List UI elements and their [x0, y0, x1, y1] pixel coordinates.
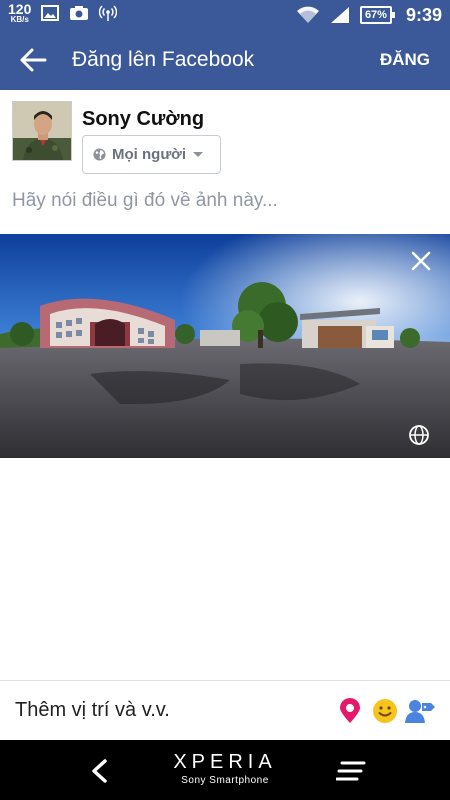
attached-photo[interactable]: [0, 234, 450, 458]
brand-logo: XPERIA: [173, 751, 277, 773]
tag-people-icon[interactable]: [404, 697, 436, 725]
wifi-icon: [296, 6, 319, 23]
360-globe-icon[interactable]: [408, 424, 430, 446]
network-speed-value: 120: [8, 1, 32, 17]
battery-icon: 67%: [359, 6, 396, 24]
app-bar: Đăng lên Facebook ĐĂNG: [0, 30, 450, 90]
feeling-icon[interactable]: [371, 697, 399, 725]
panorama-image: [0, 234, 450, 458]
status-bar-right: 67% 9:39: [296, 0, 442, 30]
post-text-input[interactable]: Hãy nói điều gì đó về ảnh này...: [12, 190, 278, 212]
globe-icon: [93, 148, 106, 161]
chevron-down-icon: [193, 151, 204, 157]
user-name: Sony Cường: [82, 108, 205, 130]
location-pin-icon[interactable]: [336, 697, 364, 725]
avatar[interactable]: [12, 101, 72, 161]
post-button[interactable]: ĐĂNG: [380, 50, 430, 70]
network-speed-unit: KB/s: [10, 15, 29, 24]
camera-icon: [70, 6, 89, 20]
status-bar: 120 KB/s 67% 9:39: [0, 0, 450, 30]
audience-selector[interactable]: Mọi người: [82, 135, 221, 174]
hotspot-icon: [99, 5, 118, 21]
signal-icon: [330, 7, 349, 23]
avatar-image: [13, 102, 71, 160]
clock: 9:39: [405, 4, 442, 25]
system-nav-bar: XPERIA Sony Smartphone: [0, 740, 450, 800]
gallery-icon: [41, 5, 60, 21]
brand-subtitle: Sony Smartphone: [181, 775, 269, 786]
menu-icon[interactable]: [336, 760, 366, 782]
close-icon[interactable]: [410, 250, 432, 272]
page-title: Đăng lên Facebook: [72, 48, 255, 71]
composer-actions-bar: Thêm vị trí và v.v.: [0, 680, 450, 740]
status-bar-left: 120 KB/s: [8, 2, 118, 24]
back-arrow-icon[interactable]: [18, 46, 48, 74]
network-speed: 120 KB/s: [8, 2, 31, 24]
add-location-button[interactable]: Thêm vị trí và v.v.: [15, 699, 170, 722]
audience-label: Mọi người: [112, 146, 187, 163]
